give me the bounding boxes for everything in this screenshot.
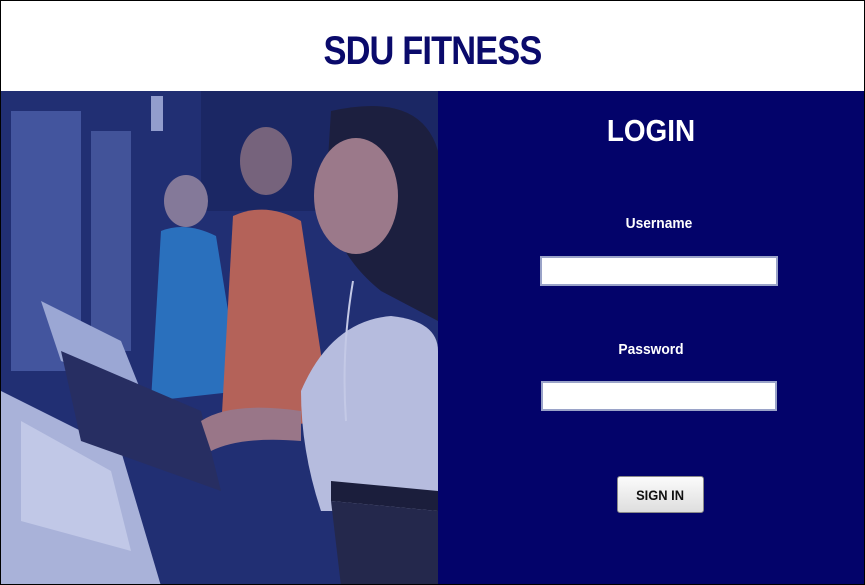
gym-hero-image bbox=[1, 91, 438, 584]
header: SDU FITNESS bbox=[1, 1, 864, 91]
sign-in-button-label: SIGN IN bbox=[636, 486, 685, 503]
login-title: LOGIN bbox=[606, 113, 696, 148]
login-panel: LOGIN Username Password SIGN IN bbox=[438, 91, 864, 584]
treadmill-runners-illustration bbox=[1, 91, 438, 584]
app-window: SDU FITNESS LOGIN Username Password SIGN… bbox=[0, 0, 865, 585]
username-label: Username bbox=[625, 215, 693, 232]
username-field[interactable] bbox=[540, 256, 778, 286]
app-title: SDU FITNESS bbox=[323, 29, 542, 73]
sign-in-button[interactable]: SIGN IN bbox=[617, 476, 704, 513]
password-label: Password bbox=[618, 341, 684, 358]
password-field[interactable] bbox=[541, 381, 777, 411]
